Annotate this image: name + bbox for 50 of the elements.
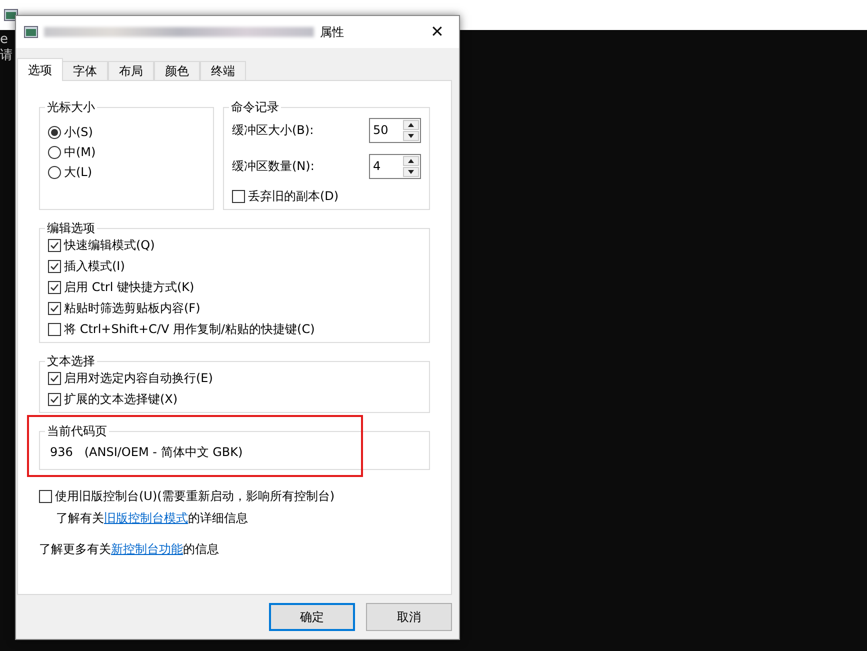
group-title: 命令记录 [230,100,280,115]
option-label: 快速编辑模式(Q) [64,238,155,253]
radio-button[interactable] [48,146,61,159]
tab[interactable]: 选项 [17,58,63,81]
checkbox[interactable] [48,239,61,252]
dialog-title: 属性 [320,24,345,40]
option-label: 启用对选定内容自动换行(E) [64,371,213,386]
new-features-link[interactable]: 新控制台功能 [111,542,183,556]
app-icon [4,9,18,21]
field-label: 缓冲区数量(N): [232,158,314,174]
tab[interactable]: 终端 [200,61,246,81]
option-label: 大(L) [64,165,92,180]
ok-button[interactable]: 确定 [269,603,355,631]
cancel-button[interactable]: 取消 [366,603,452,631]
radio-button[interactable] [48,126,61,139]
checkbox[interactable] [48,393,61,406]
group-title: 文本选择 [46,354,96,369]
tab[interactable]: 颜色 [154,61,200,81]
code-page-value: 936 (ANSI/OEM - 简体中文 GBK) [49,444,244,461]
tab[interactable]: 字体 [62,61,108,81]
option-label: 插入模式(I) [64,259,125,274]
checkbox[interactable] [48,323,61,336]
checkbox[interactable] [48,260,61,273]
info-text: 了解更多有关新控制台功能的信息 [39,542,220,557]
legacy-console-link[interactable]: 旧版控制台模式 [104,511,188,525]
field-label: 缓冲区大小(B): [232,122,314,138]
option-label: 使用旧版控制台(U)(需要重新启动，影响所有控制台) [55,489,335,504]
checkbox[interactable] [48,281,61,294]
close-button[interactable]: ✕ [421,18,453,46]
tab[interactable]: 布局 [108,61,154,81]
option-label: 扩展的文本选择键(X) [64,392,178,407]
number-spinner[interactable]: 50 [369,118,421,142]
option-label: 丢弃旧的副本(D) [248,189,339,204]
app-icon [24,26,38,38]
option-label: 粘贴时筛选剪贴板内容(F) [64,301,200,316]
group-title: 光标大小 [46,100,96,115]
number-spinner[interactable]: 4 [369,154,421,178]
checkbox[interactable] [39,490,52,503]
group-title: 当前代码页 [46,424,108,439]
checkbox[interactable] [48,302,61,315]
group-title: 编辑选项 [46,221,96,236]
option-label: 中(M) [64,145,96,160]
info-text: 了解有关旧版控制台模式的详细信息 [55,511,249,526]
checkbox[interactable] [232,190,245,203]
radio-button[interactable] [48,166,61,179]
option-label: 启用 Ctrl 键快捷方式(K) [64,280,194,295]
checkbox[interactable] [48,372,61,385]
console-text: e [0,32,9,48]
option-label: 将 Ctrl+Shift+C/V 用作复制/粘贴的快捷键(C) [64,322,315,337]
option-label: 小(S) [64,125,93,140]
